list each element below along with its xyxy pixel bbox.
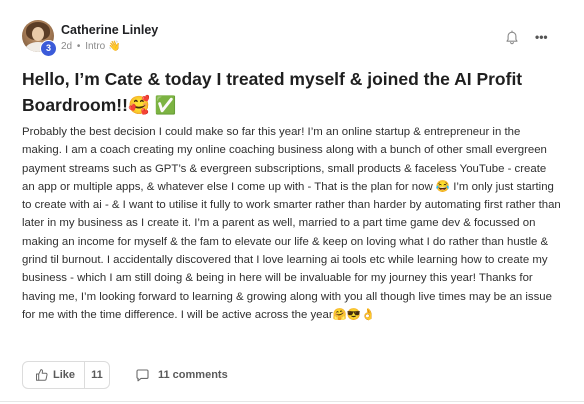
post-card: 3 Catherine Linley 2d • Intro 👋 ••• Hell… bbox=[0, 0, 584, 404]
like-button[interactable]: Like bbox=[23, 362, 83, 388]
comments-button[interactable]: 11 comments bbox=[135, 366, 228, 384]
waving-hand-icon: 👋 bbox=[108, 41, 121, 52]
author-avatar-container[interactable]: 3 bbox=[22, 20, 57, 57]
thumbs-up-icon bbox=[35, 368, 49, 382]
like-label: Like bbox=[53, 369, 76, 381]
like-count[interactable]: 11 bbox=[85, 362, 109, 388]
bell-icon[interactable] bbox=[504, 30, 520, 46]
post-divider bbox=[0, 401, 584, 402]
comments-count-label: 11 comments bbox=[158, 369, 228, 381]
meta-separator: • bbox=[76, 41, 81, 52]
avatar-face-shape bbox=[32, 27, 44, 41]
author-name[interactable]: Catherine Linley bbox=[61, 23, 158, 37]
post-category[interactable]: Intro bbox=[85, 41, 105, 52]
post-body: Probably the best decision I could make … bbox=[22, 126, 561, 321]
more-options-icon[interactable]: ••• bbox=[535, 31, 548, 43]
post-meta: 2d • Intro 👋 bbox=[61, 41, 120, 52]
like-control: Like 11 bbox=[22, 361, 110, 389]
level-badge: 3 bbox=[40, 40, 57, 57]
post-time: 2d bbox=[61, 41, 73, 52]
comment-bubble-icon bbox=[135, 368, 150, 383]
post-title: Hello, I’m Cate & today I treated myself… bbox=[22, 69, 523, 115]
